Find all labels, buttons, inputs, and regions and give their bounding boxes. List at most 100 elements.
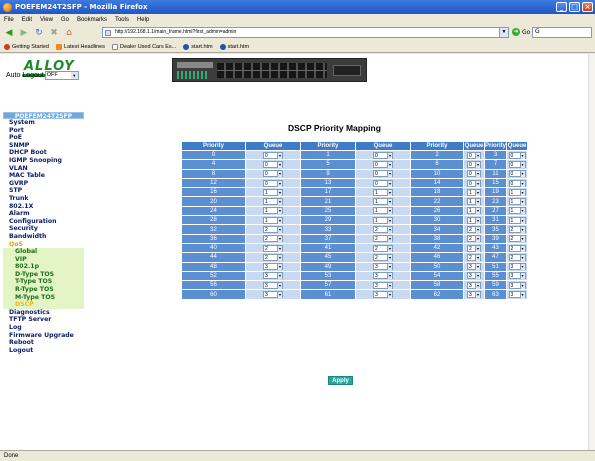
queue-select[interactable]: 0 ▼ <box>508 151 526 159</box>
sidebar-item-stp[interactable]: STP <box>3 187 84 195</box>
menu-file[interactable]: File <box>4 17 14 23</box>
sidebar-item-diagnostics[interactable]: Diagnostics <box>3 308 84 317</box>
bookmark-latest-headlines[interactable]: Latest Headlines <box>56 43 105 50</box>
bookmark-dealer-used-cars[interactable]: Dealer Used Cars Es... <box>111 43 176 50</box>
queue-select[interactable]: 2 ▼ <box>373 235 393 243</box>
sidebar-subitem-802-1p[interactable]: 802.1p <box>3 263 84 271</box>
menu-help[interactable]: Help <box>137 17 149 23</box>
queue-select[interactable]: 0 ▼ <box>508 179 526 187</box>
queue-select[interactable]: 0 ▼ <box>263 160 283 168</box>
sidebar-item-alarm[interactable]: Alarm <box>3 210 84 218</box>
queue-select[interactable]: 0 ▼ <box>373 160 393 168</box>
sidebar-item-dhcp-boot[interactable]: DHCP Boot <box>3 149 84 157</box>
go-button[interactable]: ➜ Go <box>512 28 530 36</box>
sidebar-subitem-m-type-tos[interactable]: M-Type TOS <box>3 293 84 302</box>
forward-icon[interactable]: ▶ <box>18 27 30 39</box>
queue-select[interactable]: 2 ▼ <box>467 244 481 252</box>
queue-select[interactable]: 2 ▼ <box>508 225 526 233</box>
queue-select[interactable]: 2 ▼ <box>467 253 481 261</box>
queue-select[interactable]: 2 ▼ <box>373 244 393 252</box>
sidebar-item-vlan[interactable]: VLAN <box>3 164 84 173</box>
queue-select[interactable]: 2 ▼ <box>373 253 393 261</box>
queue-select[interactable]: 0 ▼ <box>467 160 481 168</box>
queue-select[interactable]: 3 ▼ <box>508 263 526 271</box>
bookmark-start-2[interactable]: start.htm <box>219 43 249 50</box>
apply-button[interactable]: Apply <box>328 376 353 385</box>
sidebar-item-snmp[interactable]: SNMP <box>3 141 84 150</box>
queue-select[interactable]: 2 ▼ <box>467 225 481 233</box>
sidebar-item-system[interactable]: System <box>3 119 84 127</box>
home-icon[interactable]: ⌂ <box>63 27 75 39</box>
sidebar-item-firmware-upgrade[interactable]: Firmware Upgrade <box>3 331 84 340</box>
sidebar-item-qos[interactable]: QoS <box>3 240 84 249</box>
queue-select[interactable]: 3 ▼ <box>508 291 526 299</box>
sidebar-item-reboot[interactable]: Reboot <box>3 339 84 347</box>
queue-select[interactable]: 1 ▼ <box>508 216 526 224</box>
queue-select[interactable]: 3 ▼ <box>373 272 393 280</box>
sidebar-subitem-dscp[interactable]: DSCP <box>3 301 84 309</box>
queue-select[interactable]: 3 ▼ <box>467 291 481 299</box>
url-input[interactable]: http://192.168.1.1/main_frame.html?first… <box>102 27 509 38</box>
queue-select[interactable]: 3 ▼ <box>263 272 283 280</box>
menu-tools[interactable]: Tools <box>115 17 129 23</box>
sidebar-item-poe[interactable]: PoE <box>3 134 84 142</box>
queue-select[interactable]: 2 ▼ <box>263 253 283 261</box>
sidebar-item-igmp-snooping[interactable]: IGMP Snooping <box>3 156 84 165</box>
queue-select[interactable]: 1 ▼ <box>373 207 393 215</box>
queue-select[interactable]: 1 ▼ <box>263 188 283 196</box>
sidebar-subitem-r-type-tos[interactable]: R-Type TOS <box>3 286 84 294</box>
queue-select[interactable]: 0 ▼ <box>373 179 393 187</box>
queue-select[interactable]: 2 ▼ <box>373 225 393 233</box>
sidebar-item-gvrp[interactable]: GVRP <box>3 179 84 188</box>
queue-select[interactable]: 1 ▼ <box>263 207 283 215</box>
sidebar-subitem-t-type-tos[interactable]: T-Type TOS <box>3 278 84 287</box>
queue-select[interactable]: 1 ▼ <box>508 198 526 206</box>
bookmark-start-1[interactable]: start.htm <box>183 43 213 50</box>
stop-icon[interactable]: ✖ <box>48 27 60 39</box>
sidebar-item-mac-table[interactable]: MAC Table <box>3 172 84 180</box>
queue-select[interactable]: 3 ▼ <box>467 263 481 271</box>
queue-select[interactable]: 3 ▼ <box>508 281 526 289</box>
sidebar-item-bandwidth[interactable]: Bandwidth <box>3 232 84 241</box>
queue-select[interactable]: 3 ▼ <box>263 263 283 271</box>
maximize-button[interactable]: □ <box>569 2 580 12</box>
queue-select[interactable]: 2 ▼ <box>508 244 526 252</box>
menu-edit[interactable]: Edit <box>22 17 32 23</box>
sidebar-item-log[interactable]: Log <box>3 324 84 332</box>
queue-select[interactable]: 0 ▼ <box>373 151 393 159</box>
queue-select[interactable]: 0 ▼ <box>508 170 526 178</box>
queue-select[interactable]: 0 ▼ <box>508 160 526 168</box>
queue-select[interactable]: 1 ▼ <box>373 188 393 196</box>
queue-select[interactable]: 0 ▼ <box>263 151 283 159</box>
queue-select[interactable]: 3 ▼ <box>263 291 283 299</box>
vertical-scrollbar[interactable] <box>588 54 595 450</box>
menu-view[interactable]: View <box>40 17 53 23</box>
auto-logout-select[interactable]: OFF ▼ <box>44 71 79 80</box>
sidebar-item-port[interactable]: Port <box>3 126 84 135</box>
sidebar-item-trunk[interactable]: Trunk <box>3 194 84 203</box>
queue-select[interactable]: 3 ▼ <box>467 272 481 280</box>
close-button[interactable]: × <box>582 2 593 12</box>
queue-select[interactable]: 1 ▼ <box>467 207 481 215</box>
queue-select[interactable]: 0 ▼ <box>467 179 481 187</box>
sidebar-item-tftp-server[interactable]: TFTP Server <box>3 316 84 325</box>
sidebar-subitem-global[interactable]: Global <box>3 248 84 256</box>
menu-go[interactable]: Go <box>61 17 69 23</box>
queue-select[interactable]: 1 ▼ <box>263 198 283 206</box>
sidebar-subitem-vip[interactable]: VIP <box>3 255 84 264</box>
queue-select[interactable]: 1 ▼ <box>508 188 526 196</box>
back-icon[interactable]: ◀ <box>3 27 15 39</box>
queue-select[interactable]: 0 ▼ <box>467 151 481 159</box>
queue-select[interactable]: 1 ▼ <box>467 216 481 224</box>
queue-select[interactable]: 3 ▼ <box>263 281 283 289</box>
reload-icon[interactable]: ↻ <box>33 27 45 39</box>
queue-select[interactable]: 3 ▼ <box>373 291 393 299</box>
url-dropdown-icon[interactable]: ▼ <box>499 28 508 37</box>
queue-select[interactable]: 0 ▼ <box>263 179 283 187</box>
sidebar-item-security[interactable]: Security <box>3 225 84 233</box>
minimize-button[interactable]: _ <box>556 2 567 12</box>
queue-select[interactable]: 3 ▼ <box>508 272 526 280</box>
queue-select[interactable]: 3 ▼ <box>373 263 393 271</box>
bookmark-getting-started[interactable]: Getting Started <box>4 43 49 50</box>
queue-select[interactable]: 1 ▼ <box>467 188 481 196</box>
